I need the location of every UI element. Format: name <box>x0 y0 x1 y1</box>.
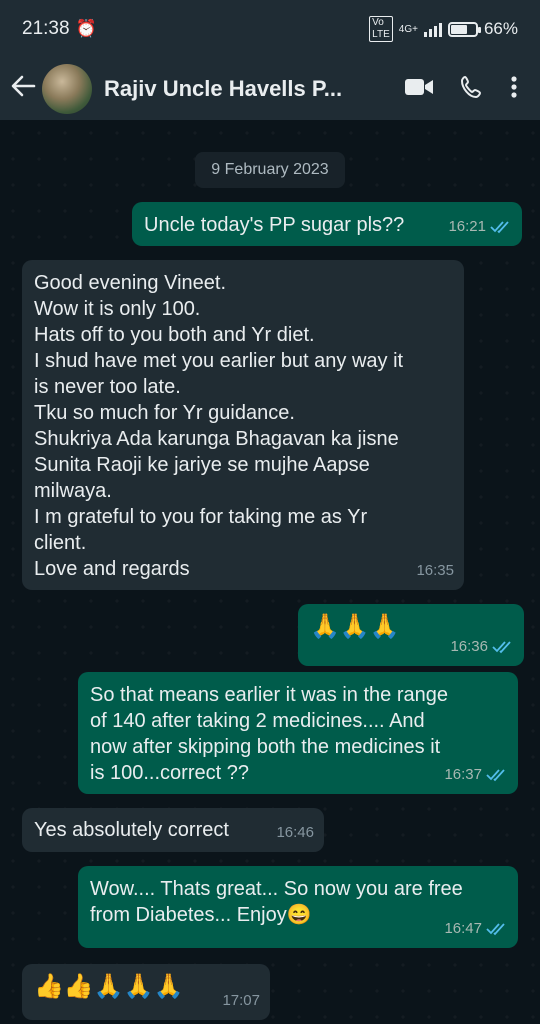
volte-icon: Vo LTE <box>369 16 393 42</box>
message-time: 16:47 <box>444 920 482 937</box>
message-line: Wow.... Thats great... So now you are fr… <box>90 878 463 900</box>
contact-name[interactable]: Rajiv Uncle Havells P... <box>104 76 354 102</box>
message-outgoing[interactable]: Wow.... Thats great... So now you are fr… <box>78 866 518 948</box>
message-line: So that means earlier it was in the rang… <box>90 684 448 706</box>
message-text: Uncle today's PP sugar pls?? <box>144 214 405 236</box>
status-indicators: Vo LTE 4G+ 66% <box>369 16 518 42</box>
battery-icon <box>447 21 481 37</box>
message-line: Shukriya Ada karunga Bhagavan ka jisne <box>34 428 399 450</box>
message-line: milwaya. <box>34 480 112 502</box>
message-meta: 16:46 <box>276 820 314 846</box>
message-line: I m grateful to you for taking me as Yr <box>34 506 368 528</box>
message-line: Hats off to you both and Yr diet. <box>34 324 315 346</box>
message-time: 16:35 <box>416 562 454 579</box>
double-tick-icon <box>492 641 511 654</box>
double-tick-icon <box>486 923 505 936</box>
battery-fill <box>450 24 467 34</box>
message-meta: 17:07 <box>222 988 260 1014</box>
message-line: now after skipping both the medicines it <box>90 736 441 758</box>
chat-header: Rajiv Uncle Havells P... <box>0 58 540 120</box>
message-line: I shud have met you earlier but any way … <box>34 350 404 372</box>
alarm-clock-icon: ⏰ <box>75 19 97 38</box>
message-meta: 16:35 <box>416 558 454 584</box>
message-line: client. <box>34 532 87 554</box>
message-time: 16:21 <box>448 218 486 235</box>
message-line: is never too late. <box>34 376 181 398</box>
message-meta: 16:47 <box>444 916 508 942</box>
video-camera-icon[interactable] <box>404 77 434 102</box>
message-meta: 16:37 <box>444 762 508 788</box>
message-line: Sunita Raoji ke jariye se mujhe Aapse <box>34 454 370 476</box>
message-incoming[interactable]: Good evening Vineet. Wow it is only 100.… <box>22 260 464 590</box>
message-incoming[interactable]: Yes absolutely correct 16:46 <box>22 808 324 852</box>
message-time: 16:46 <box>276 824 314 841</box>
status-bar: 21:38 ⏰ Vo LTE 4G+ 66% <box>0 0 540 58</box>
chat-area[interactable]: 9 February 2023 Uncle today's PP sugar p… <box>0 120 540 1024</box>
message-emoji: 🙏🙏🙏 <box>310 613 400 640</box>
message-time: 16:36 <box>450 638 488 655</box>
message-line: Tku so much for Yr guidance. <box>34 402 295 424</box>
message-time: 17:07 <box>222 992 260 1009</box>
message-line: Wow it is only 100. <box>34 298 201 320</box>
message-line: of 140 after taking 2 medicines.... And <box>90 710 425 732</box>
message-line: Good evening Vineet. <box>34 272 227 294</box>
message-meta: 16:36 <box>450 634 514 660</box>
message-outgoing[interactable]: So that means earlier it was in the rang… <box>78 672 518 794</box>
date-chip: 9 February 2023 <box>195 152 345 188</box>
message-outgoing[interactable]: Uncle today's PP sugar pls?? 16:21 <box>132 202 522 246</box>
message-emoji: 👍👍🙏🙏🙏 <box>34 973 184 1000</box>
battery-percent: 66% <box>483 19 518 38</box>
message-meta: 16:21 <box>448 214 512 240</box>
double-tick-icon <box>486 769 505 782</box>
signal-icon <box>423 21 442 37</box>
message-incoming[interactable]: 👍👍🙏🙏🙏 17:07 <box>22 964 270 1020</box>
arrow-left-icon[interactable] <box>10 73 40 105</box>
message-time: 16:37 <box>444 766 482 783</box>
message-outgoing[interactable]: 🙏🙏🙏 16:36 <box>298 604 524 666</box>
contact-avatar[interactable] <box>42 64 92 114</box>
phone-icon[interactable] <box>460 75 484 104</box>
double-tick-icon <box>490 221 509 234</box>
more-vertical-icon[interactable] <box>510 75 518 104</box>
message-line: Love and regards <box>34 558 190 580</box>
status-time: 21:38 <box>22 18 70 39</box>
network-label: 4G+ <box>398 23 418 35</box>
message-text: Yes absolutely correct <box>34 819 229 841</box>
